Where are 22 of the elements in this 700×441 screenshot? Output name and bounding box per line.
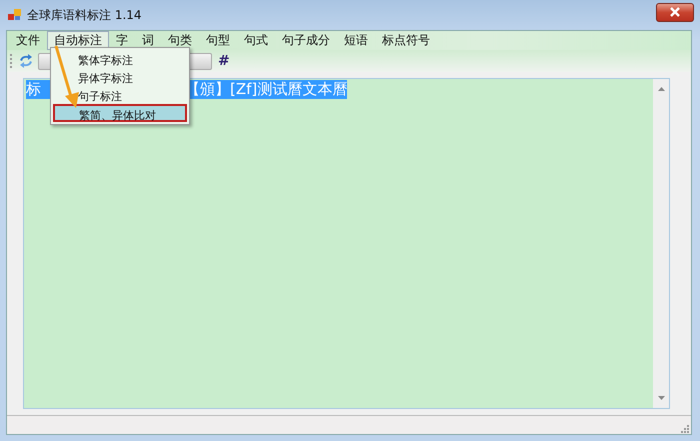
close-button[interactable] xyxy=(656,2,694,22)
resize-grip-icon[interactable] xyxy=(681,425,689,433)
hash-button[interactable]: # xyxy=(216,53,232,69)
menu-item[interactable]: 句式 xyxy=(237,31,275,50)
scroll-up-icon[interactable] xyxy=(658,87,664,91)
menu-item[interactable]: 文件 xyxy=(9,31,47,50)
swap-arrows-icon[interactable] xyxy=(18,54,34,68)
menu-item[interactable]: 标点符号 xyxy=(375,31,437,50)
app-icon xyxy=(8,9,22,21)
menu-item[interactable]: 句子标注 xyxy=(53,86,187,104)
menu-item[interactable]: 字 xyxy=(109,31,135,50)
menu-item[interactable]: 句型 xyxy=(199,31,237,50)
window-title: 全球库语料标注 1.14 xyxy=(27,6,143,24)
menu-item[interactable]: 繁简、异体比对 xyxy=(53,104,187,122)
menu-item[interactable]: 短语 xyxy=(337,31,375,50)
selected-text: 标 xyxy=(26,80,41,99)
menu-item[interactable]: 句类 xyxy=(161,31,199,50)
menu-item[interactable]: 句子成分 xyxy=(275,31,337,50)
scroll-down-icon[interactable] xyxy=(658,396,664,400)
menu-item[interactable]: 繁体字标注 xyxy=(53,50,187,68)
menu-item[interactable]: 词 xyxy=(135,31,161,50)
close-icon xyxy=(669,7,681,17)
